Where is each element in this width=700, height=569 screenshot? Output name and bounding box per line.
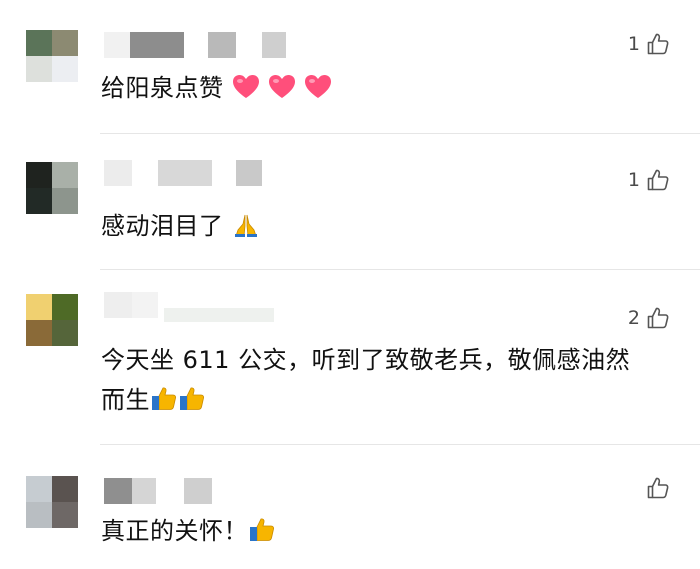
blurred-username[interactable] (104, 292, 294, 322)
avatar[interactable] (26, 294, 78, 346)
blurred-username[interactable] (104, 478, 294, 504)
comment-text: 感动泪目了 (101, 208, 260, 244)
blurred-username[interactable] (104, 160, 294, 186)
like-count: 1 (627, 169, 640, 191)
avatar[interactable] (26, 30, 78, 82)
thumbs-up-emoji-icon (152, 387, 177, 410)
thumbs-up-outline-icon (647, 307, 669, 329)
like-count: 2 (627, 307, 640, 329)
like-button[interactable]: 1 (628, 30, 670, 58)
pray-emoji-icon (234, 214, 257, 237)
comment-item: 真正的关怀！ (0, 445, 700, 569)
comment-body-line-1: 今天坐 611 公交，听到了致敬老兵，敬佩感油然 (101, 346, 631, 374)
comment-body: 给阳泉点赞 (101, 74, 224, 102)
comment-text: 给阳泉点赞 (101, 70, 332, 106)
emoji-row (224, 74, 332, 102)
comment-body-line-2-text: 而生 (101, 386, 150, 414)
comment-body: 感动泪目了 (101, 212, 224, 240)
comment-text: 今天坐 611 公交，听到了致敬老兵，敬佩感油然 而生 (101, 342, 630, 418)
heart-emoji-icon (232, 75, 259, 98)
avatar[interactable] (26, 162, 78, 214)
blurred-username[interactable] (104, 32, 294, 58)
comment-item: 1 感动泪目了 (0, 134, 700, 269)
thumbs-up-outline-icon (647, 477, 669, 499)
heart-emoji-icon (304, 75, 331, 98)
comment-item: 2 今天坐 611 公交，听到了致敬老兵，敬佩感油然 而生 (0, 270, 700, 444)
thumbs-up-emoji-icon (180, 387, 205, 410)
avatar[interactable] (26, 476, 78, 528)
comment-body-line-2: 而生 (101, 382, 630, 418)
thumbs-up-outline-icon (647, 33, 669, 55)
like-button[interactable] (640, 474, 670, 502)
thumbs-up-outline-icon (647, 169, 669, 191)
heart-emoji-icon (268, 75, 295, 98)
thumbs-up-emoji-icon (250, 518, 275, 541)
comment-text: 真正的关怀！ (101, 513, 276, 549)
comment-body: 真正的关怀！ (101, 517, 248, 545)
comment-item: 1 给阳泉点赞 (0, 0, 700, 133)
like-button[interactable]: 2 (628, 304, 670, 332)
like-button[interactable]: 1 (628, 166, 670, 194)
like-count: 1 (627, 33, 640, 55)
